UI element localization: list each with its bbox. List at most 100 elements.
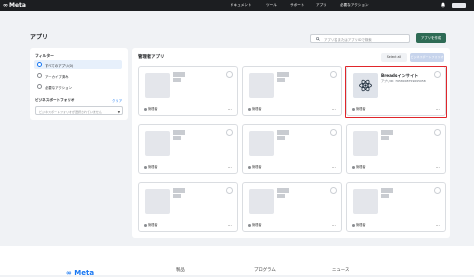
footer-programs[interactable]: プログラム <box>254 267 276 273</box>
admin-icon <box>352 165 355 169</box>
redacted-text <box>173 72 185 77</box>
clear-link[interactable]: クリア <box>112 98 122 103</box>
more-options-button[interactable]: ··· <box>332 165 336 170</box>
role-label: 管理者 <box>144 222 158 227</box>
app-card[interactable]: 管理者 ··· <box>138 124 238 174</box>
more-options-button[interactable]: ··· <box>228 223 232 228</box>
redacted-text <box>173 78 181 82</box>
redacted-text <box>381 136 389 140</box>
redacted-text <box>381 130 393 135</box>
role-label: 管理者 <box>144 106 158 111</box>
app-thumbnail <box>145 131 170 156</box>
app-thumbnail <box>353 131 378 156</box>
app-thumbnail <box>145 189 170 214</box>
select-checkbox[interactable] <box>434 129 441 136</box>
add-to-portfolio-button[interactable]: ビジネスポートフォリオに追加 <box>410 53 444 68</box>
redacted-text <box>173 136 181 140</box>
role-label: 管理者 <box>144 164 158 169</box>
filter-all-apps[interactable]: すべてのアプリ(0) <box>34 60 122 69</box>
admin-icon <box>248 223 251 227</box>
footer-products[interactable]: 製品 <box>176 267 185 273</box>
admin-icon <box>352 223 355 227</box>
page-title: アプリ <box>30 34 49 41</box>
meta-infinity-icon: ∞ <box>3 2 8 9</box>
search-icon <box>316 37 320 41</box>
select-all-button[interactable]: Select all <box>381 53 407 62</box>
role-label: 管理者 <box>248 222 262 227</box>
app-card[interactable]: 管理者 ··· <box>346 124 446 174</box>
app-thumbnail <box>145 73 170 98</box>
highlight-box <box>345 66 447 118</box>
filter-archived[interactable]: アーカイブ済み <box>34 71 122 80</box>
chevron-down-icon: ▼ <box>117 110 120 114</box>
footer: ∞ Meta 製品 プログラム ニュース <box>0 246 474 277</box>
redacted-text <box>277 136 285 140</box>
redacted-text <box>277 78 285 82</box>
role-label: 管理者 <box>352 164 366 169</box>
search-placeholder: アプリ名またはアプリIDで検索 <box>324 38 372 42</box>
more-options-button[interactable]: ··· <box>332 223 336 228</box>
app-card[interactable]: 管理者 ··· <box>242 182 342 232</box>
redacted-text <box>173 188 185 193</box>
more-options-button[interactable]: ··· <box>436 165 440 170</box>
filter-required-actions[interactable]: 必要なアクション <box>34 82 122 91</box>
app-thumbnail <box>353 189 378 214</box>
bell-icon[interactable] <box>440 2 446 8</box>
select-checkbox[interactable] <box>434 187 441 194</box>
filter-panel: フィルター すべてのアプリ(0) アーカイブ済み 必要なアクション ビジネスポー… <box>30 48 128 120</box>
redacted-text <box>277 130 289 135</box>
admin-icon <box>144 223 147 227</box>
select-checkbox[interactable] <box>330 129 337 136</box>
app-card[interactable]: 管理者 ··· <box>242 124 342 174</box>
business-portfolio-title: ビジネスポートフォリオ <box>35 98 75 102</box>
filter-title: フィルター <box>35 53 54 58</box>
app-card[interactable]: 管理者 ··· <box>242 66 342 116</box>
redacted-text <box>381 188 393 193</box>
meta-logo[interactable]: ∞Meta <box>3 2 26 9</box>
more-options-button[interactable]: ··· <box>332 107 336 112</box>
role-label: 管理者 <box>352 222 366 227</box>
radio-icon <box>37 84 42 89</box>
select-checkbox[interactable] <box>330 187 337 194</box>
app-card[interactable]: 管理者 ··· <box>346 182 446 232</box>
app-thumbnail <box>249 73 274 98</box>
create-app-button[interactable]: アプリを作成 <box>416 33 446 43</box>
radio-icon <box>37 73 42 78</box>
more-options-button[interactable]: ··· <box>228 107 232 112</box>
app-card[interactable]: 管理者 ··· <box>138 182 238 232</box>
search-input[interactable]: アプリ名またはアプリIDで検索 <box>310 34 410 43</box>
nav-apps[interactable]: アプリ <box>316 3 327 8</box>
nav-required-actions[interactable]: 必要なアクション <box>340 3 369 8</box>
app-card[interactable]: 管理者 ··· <box>138 66 238 116</box>
select-checkbox[interactable] <box>226 187 233 194</box>
user-avatar[interactable] <box>452 3 466 8</box>
select-checkbox[interactable] <box>226 129 233 136</box>
nav-support[interactable]: サポート <box>290 3 304 8</box>
admin-icon <box>248 107 251 111</box>
admin-icon <box>248 165 251 169</box>
footer-news[interactable]: ニュース <box>332 267 349 273</box>
role-label: 管理者 <box>248 106 262 111</box>
redacted-text <box>277 194 285 198</box>
radio-selected-icon <box>37 62 42 67</box>
nav-tools[interactable]: ツール <box>266 3 277 8</box>
footer-meta-logo: ∞ Meta <box>66 269 95 277</box>
redacted-text <box>277 188 289 193</box>
app-thumbnail <box>249 189 274 214</box>
redacted-text <box>277 72 289 77</box>
nav-documents[interactable]: ドキュメント <box>230 3 252 8</box>
redacted-text <box>173 130 185 135</box>
redacted-text <box>381 194 389 198</box>
app-thumbnail <box>249 131 274 156</box>
admin-icon <box>144 165 147 169</box>
admin-icon <box>144 107 147 111</box>
redacted-text <box>173 194 181 198</box>
top-navigation-bar: ∞Meta ドキュメント ツール サポート アプリ 必要なアクション <box>0 0 474 11</box>
select-checkbox[interactable] <box>226 71 233 78</box>
select-checkbox[interactable] <box>330 71 337 78</box>
more-options-button[interactable]: ··· <box>436 223 440 228</box>
apps-section-title: 管理者アプリ <box>138 55 165 60</box>
role-label: 管理者 <box>248 164 262 169</box>
more-options-button[interactable]: ··· <box>228 165 232 170</box>
business-portfolio-select[interactable]: ビジネスポートフォリオが選択されていません ▼ <box>35 106 123 115</box>
